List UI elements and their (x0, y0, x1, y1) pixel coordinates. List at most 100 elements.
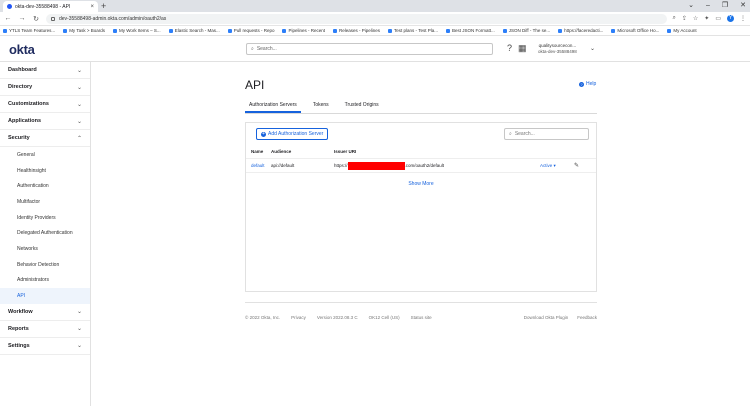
profile-avatar[interactable]: Y (727, 15, 734, 22)
server-search-placeholder: Search... (514, 131, 535, 137)
sidebar-section-label: Reports (8, 325, 29, 332)
footer-right: Download Okta Plugin Feedback (524, 315, 597, 320)
browser-tab-title: okta-dev-35588498 - API (15, 3, 71, 10)
app-grid-icon[interactable]: ▦ (518, 43, 527, 54)
chevron-up-icon: ⌃ (76, 135, 82, 142)
sidebar-section-settings[interactable]: Settings ⌄ (0, 338, 90, 355)
footer-feedback-link[interactable]: Feedback (577, 315, 597, 320)
bookmark[interactable]: Test plans - Test Pla... (388, 28, 438, 33)
url-field[interactable]: dev-35588498-admin.okta.com/admin/oauth2… (46, 13, 667, 24)
tab-search-icon[interactable]: ⌄ (688, 0, 694, 11)
bookmark-label: Releases - Pipelines (339, 28, 381, 33)
chevron-down-icon[interactable]: ⌄ (590, 45, 595, 52)
sidebar-section-security[interactable]: Security ⌃ (0, 130, 90, 147)
menu-icon[interactable]: ⋮ (740, 15, 746, 22)
sidebar-section-reports[interactable]: Reports ⌄ (0, 321, 90, 338)
sidebar-item-authentication[interactable]: Authentication (0, 178, 90, 194)
new-tab-button[interactable]: + (101, 1, 106, 11)
add-authorization-server-button[interactable]: + Add Authorization Server (256, 128, 329, 140)
sidebar-item-api[interactable]: API (0, 288, 90, 304)
extensions-icon[interactable]: ✦ (704, 15, 709, 22)
bookmark-icon (3, 28, 7, 33)
footer-download-plugin-link[interactable]: Download Okta Plugin (524, 315, 569, 320)
forward-button[interactable]: → (18, 15, 26, 22)
sidebar-item-healthinsight[interactable]: Healthinsight (0, 163, 90, 179)
bookmark-label: My Task > Boards (69, 28, 105, 33)
sidebar-item-administrators[interactable]: Administrators (0, 273, 90, 289)
edit-pencil-icon[interactable]: ✎ (574, 162, 579, 169)
chevron-down-icon: ⌄ (76, 309, 82, 316)
sidebar-section-applications[interactable]: Applications ⌄ (0, 113, 90, 130)
search-icon: ⌕ (509, 131, 512, 137)
server-name-link[interactable]: default (246, 163, 271, 168)
bookmark-icon (611, 28, 616, 33)
sidebar-section-directory[interactable]: Directory ⌄ (0, 79, 90, 96)
show-more-link[interactable]: Show More (246, 181, 596, 187)
bookmark-icon (168, 28, 173, 33)
browser-tab-strip: okta-dev-35588498 - API × + ⌄ – ❐ ✕ (0, 0, 750, 12)
redaction-box (347, 161, 405, 170)
footer-version: Version 2022.08.3 C (316, 315, 358, 320)
okta-header: okta ⌕ Search... ? ▦ qualitysourcecon...… (0, 37, 750, 62)
plus-icon: + (261, 130, 266, 137)
sidebar-item-networks[interactable]: Networks (0, 241, 90, 257)
bookmark-label: My Account (673, 28, 697, 33)
restore-button[interactable]: ❐ (722, 0, 728, 11)
footer-privacy-link[interactable]: Privacy (291, 315, 306, 320)
sidebar-section-workflow[interactable]: Workflow ⌄ (0, 304, 90, 321)
sidebar-item-multifactor[interactable]: Multifactor (0, 194, 90, 210)
share-icon[interactable]: ⇪ (682, 15, 687, 22)
close-window-button[interactable]: ✕ (740, 0, 746, 11)
sidebar-item-identity-providers[interactable]: Identity Providers (0, 210, 90, 226)
sidebar-section-label: Applications (8, 118, 42, 124)
browser-tab[interactable]: okta-dev-35588498 - API × (3, 1, 98, 12)
zoom-icon[interactable]: ⌕ (673, 15, 676, 22)
user-menu[interactable]: qualitysourcecon... okta-dev-35588498 (538, 43, 577, 55)
issuer-prefix: https:// (334, 162, 348, 168)
global-search-placeholder: Search... (256, 46, 277, 52)
bookmark[interactable]: Pull requests - Repo (227, 28, 274, 33)
bookmark[interactable]: JSON Diff - The se... (502, 28, 550, 33)
close-tab-icon[interactable]: × (90, 4, 94, 10)
bookmark[interactable]: Microsoft Office Ho... (611, 28, 659, 33)
sidebar-icon[interactable]: ▭ (715, 15, 721, 22)
sidebar-section-label: Customizations (8, 101, 49, 107)
bookmark[interactable]: https://faceredacti... (558, 28, 603, 33)
bookmark-star-icon[interactable]: ☆ (693, 15, 698, 22)
bookmark-label: Microsoft Office Ho... (617, 28, 660, 33)
bookmark[interactable]: Releases - Pipelines (333, 28, 380, 33)
bookmark[interactable]: Pipelines - Recent (282, 28, 325, 33)
server-search-input[interactable]: ⌕ Search... (504, 128, 589, 140)
add-button-label: Add Authorization Server (268, 131, 324, 137)
bookmark-icon (388, 28, 393, 33)
footer-left: © 2022 Okta, Inc. Privacy Version 2022.0… (245, 315, 432, 320)
footer-status-link[interactable]: Status site (411, 315, 432, 320)
status-dropdown[interactable]: Active ▾ (540, 163, 556, 169)
okta-logo[interactable]: okta (9, 42, 35, 57)
sidebar-item-delegated-authentication[interactable]: Delegated Authentication (0, 225, 90, 241)
sidebar-item-behavior-detection[interactable]: Behavior Detection (0, 257, 90, 273)
issuer-suffix: .com/oauth2/default (404, 162, 445, 168)
bookmark-icon (445, 28, 450, 33)
help-circle-icon[interactable]: ? (507, 43, 512, 54)
tab-trusted-origins[interactable]: Trusted Origins (341, 100, 383, 113)
sidebar-item-general[interactable]: General (0, 147, 90, 163)
bookmark[interactable]: Elastic Search - Mas... (168, 28, 220, 33)
bookmark[interactable]: Best JSON Formatt... (445, 28, 495, 33)
bookmark[interactable]: YTLS Team Features... (3, 28, 55, 33)
server-issuer-uri: https:// .com/oauth2/default (334, 161, 544, 170)
main-content: API ? Help Authorization Servers Tokens … (91, 62, 750, 406)
back-button[interactable]: ← (4, 15, 12, 22)
sidebar-section-dashboard[interactable]: Dashboard ⌄ (0, 62, 90, 79)
tab-tokens[interactable]: Tokens (309, 100, 333, 113)
chevron-down-icon: ⌄ (76, 343, 82, 350)
reload-button[interactable]: ↻ (32, 15, 40, 23)
minimize-button[interactable]: – (706, 0, 710, 11)
bookmark[interactable]: My Work Items – S... (113, 28, 161, 33)
bookmark[interactable]: My Task > Boards (63, 28, 105, 33)
bookmark[interactable]: My Account (667, 28, 697, 33)
tab-authorization-servers[interactable]: Authorization Servers (245, 100, 301, 113)
sidebar-section-customizations[interactable]: Customizations ⌄ (0, 96, 90, 113)
global-search-input[interactable]: ⌕ Search... (246, 43, 493, 55)
help-link[interactable]: ? Help (579, 81, 596, 87)
